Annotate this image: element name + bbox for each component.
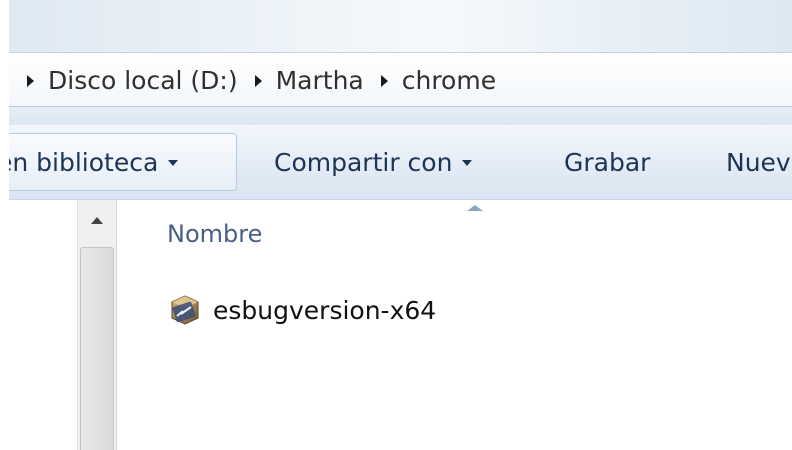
include-in-library-label: en biblioteca bbox=[9, 147, 159, 177]
breadcrumb-arrow-icon[interactable] bbox=[254, 74, 262, 87]
command-bar: en biblioteca Compartir con Grabar Nuev bbox=[9, 125, 792, 200]
chevron-down-icon bbox=[168, 160, 179, 166]
breadcrumb-arrow-icon[interactable] bbox=[380, 74, 388, 87]
address-bar[interactable]: Disco local (D:) Martha chrome bbox=[9, 52, 792, 107]
burn-label: Grabar bbox=[564, 147, 651, 177]
address-toolbar-separator bbox=[9, 107, 792, 125]
window-frame bbox=[0, 0, 9, 450]
sort-ascending-icon bbox=[467, 205, 483, 211]
application-icon bbox=[171, 295, 199, 325]
arrow-up-icon bbox=[91, 216, 103, 224]
navigation-pane[interactable] bbox=[9, 200, 77, 450]
name-column-header[interactable]: Nombre bbox=[167, 220, 262, 248]
breadcrumb-item-martha[interactable]: Martha bbox=[276, 66, 364, 95]
navigation-scrollbar[interactable] bbox=[77, 200, 117, 450]
breadcrumb-item-chrome[interactable]: chrome bbox=[402, 66, 496, 95]
scrollbar-thumb[interactable] bbox=[80, 247, 114, 450]
breadcrumb: Disco local (D:) Martha chrome bbox=[27, 53, 513, 108]
scroll-up-button[interactable] bbox=[78, 200, 116, 240]
title-bar bbox=[9, 0, 792, 52]
breadcrumb-arrow-icon[interactable] bbox=[27, 74, 34, 87]
breadcrumb-item-drive[interactable]: Disco local (D:) bbox=[48, 66, 238, 95]
list-item[interactable]: esbugversion-x64 bbox=[169, 290, 436, 330]
file-list: Nombre esbugversion-x64 bbox=[117, 200, 792, 450]
file-name: esbugversion-x64 bbox=[213, 295, 437, 325]
chevron-down-icon bbox=[462, 160, 473, 166]
new-folder-button[interactable]: Nuev bbox=[726, 133, 791, 191]
share-with-button[interactable]: Compartir con bbox=[274, 133, 473, 191]
share-with-label: Compartir con bbox=[274, 147, 453, 177]
include-in-library-button[interactable]: en biblioteca bbox=[9, 133, 237, 191]
burn-button[interactable]: Grabar bbox=[564, 133, 650, 191]
new-folder-label: Nuev bbox=[726, 147, 791, 177]
